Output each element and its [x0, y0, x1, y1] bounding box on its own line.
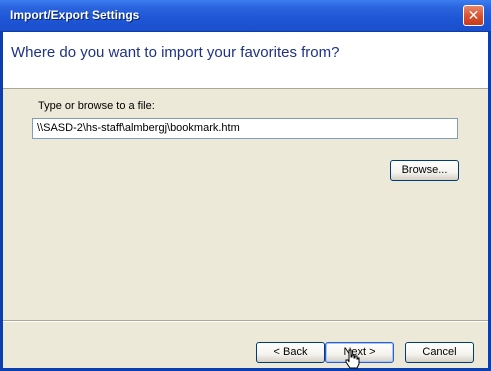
wizard-header: Where do you want to import your favorit… [3, 32, 488, 88]
cancel-button[interactable]: Cancel [405, 342, 474, 363]
wizard-prompt: Where do you want to import your favorit… [11, 44, 340, 61]
file-field-label: Type or browse to a file: [38, 100, 155, 112]
back-button[interactable]: < Back [256, 342, 325, 363]
browse-button[interactable]: Browse... [390, 160, 459, 181]
import-export-dialog: Import/Export Settings ✕ Where do you wa… [0, 0, 491, 371]
title-bar[interactable]: Import/Export Settings ✕ [0, 0, 491, 32]
hand-pointer-cursor-icon [345, 349, 360, 369]
window-title: Import/Export Settings [10, 8, 140, 22]
close-button[interactable]: ✕ [463, 5, 484, 26]
file-path-input[interactable]: \\SASD-2\hs-staff\almbergj\bookmark.htm [32, 118, 458, 139]
close-icon: ✕ [467, 7, 480, 23]
